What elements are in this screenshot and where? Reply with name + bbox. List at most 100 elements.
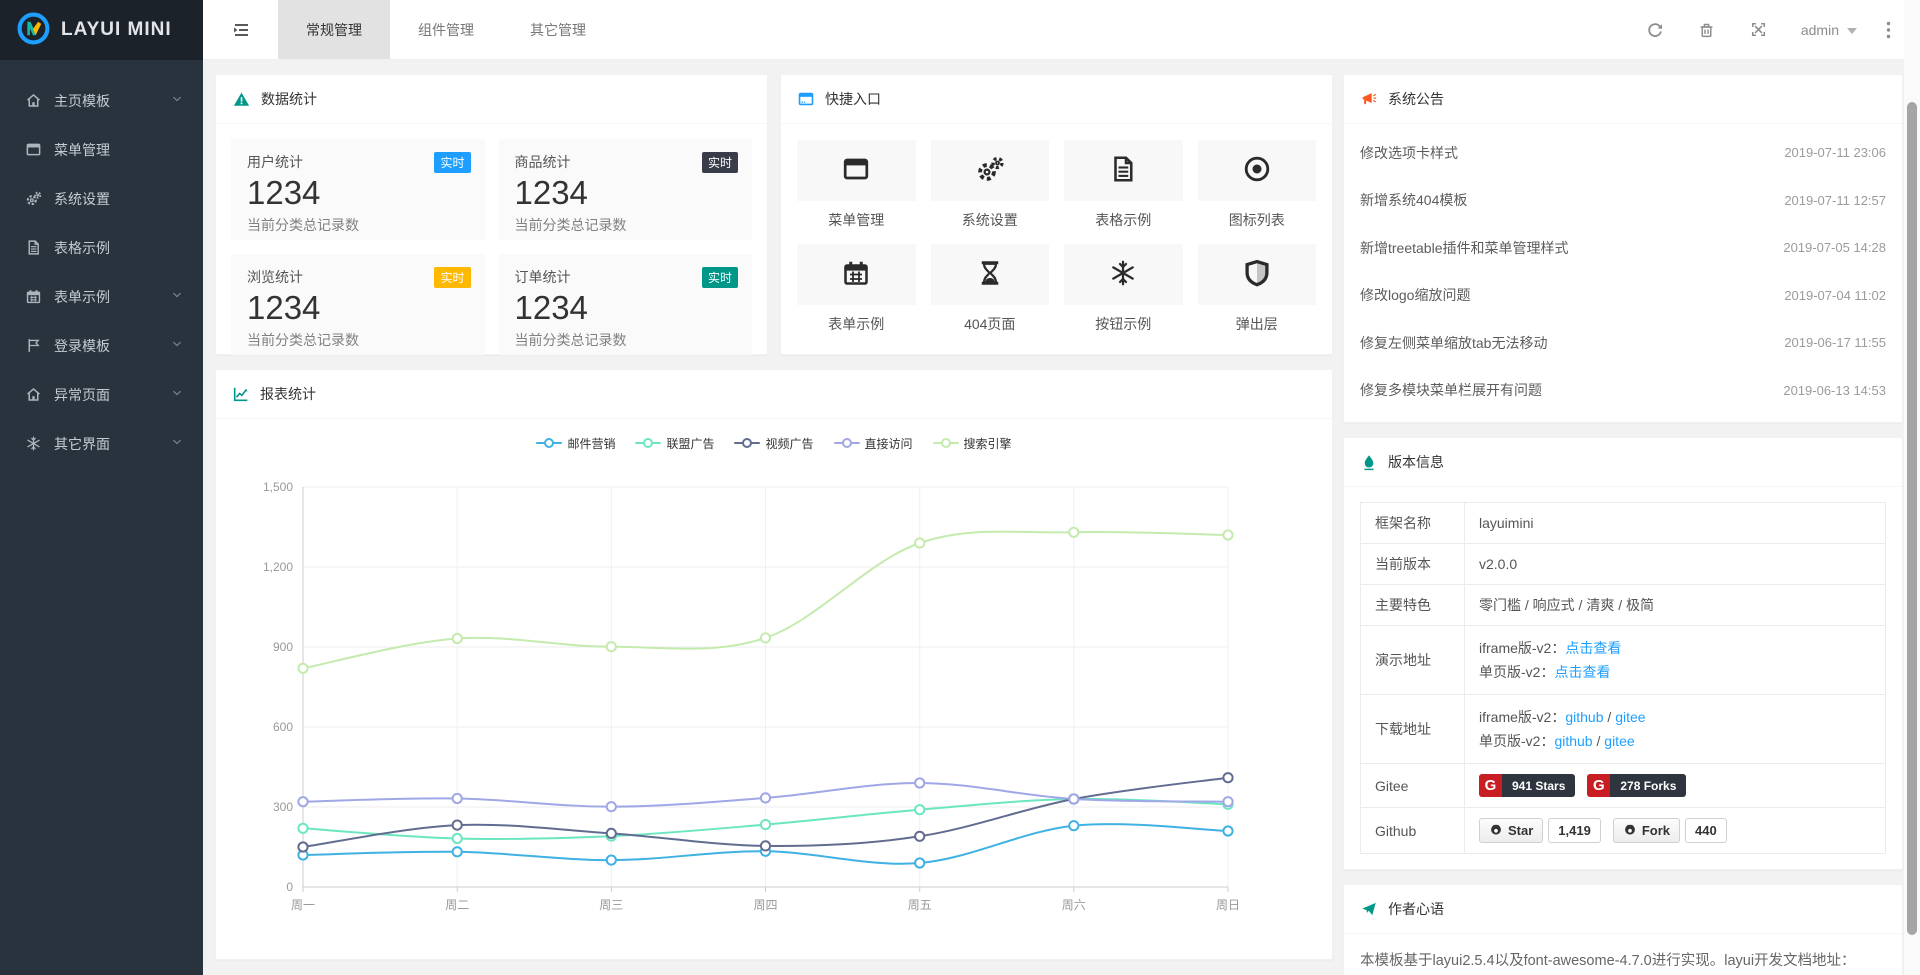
- sidebar-menu: 主页模板菜单管理系统设置表格示例表单示例登录模板异常页面其它界面: [0, 60, 203, 468]
- version-row-1: 当前版本v2.0.0: [1361, 544, 1886, 585]
- panel-data-stats: 数据统计 用户统计实时1234当前分类总记录数商品统计实时1234当前分类总记录…: [215, 74, 768, 355]
- legend-item-3[interactable]: 直接访问: [834, 435, 913, 452]
- panel-author-words: 作者心语 本模板基于layui2.5.4以及font-awesome-4.7.0…: [1343, 884, 1903, 975]
- svg-text:周二: 周二: [445, 898, 469, 912]
- quick-entry-3[interactable]: 图标列表: [1198, 140, 1317, 230]
- quick-entry-5[interactable]: 404页面: [931, 244, 1050, 334]
- snowflake-icon: [22, 435, 44, 452]
- realtime-badge: 实时: [702, 152, 738, 173]
- quick-entry-label: 图标列表: [1198, 210, 1317, 230]
- sidebar-item-5[interactable]: 登录模板: [0, 321, 203, 370]
- link-gitee[interactable]: gitee: [1604, 733, 1634, 749]
- legend-item-1[interactable]: 联盟广告: [635, 435, 714, 452]
- quick-entry-0[interactable]: 菜单管理: [797, 140, 916, 230]
- sidebar-item-1[interactable]: 菜单管理: [0, 125, 203, 174]
- scrollbar-thumb[interactable]: [1907, 102, 1917, 935]
- github-star-count[interactable]: 1,419: [1548, 818, 1601, 843]
- sidebar-item-label: 其它界面: [54, 434, 169, 454]
- link-gitee[interactable]: gitee: [1615, 709, 1645, 725]
- svg-text:600: 600: [273, 720, 293, 734]
- gitee-badge[interactable]: G278 Forks: [1587, 774, 1686, 797]
- sidebar-item-4[interactable]: 表单示例: [0, 272, 203, 321]
- github-star-button[interactable]: Star: [1479, 818, 1543, 843]
- stat-desc: 当前分类总记录数: [247, 215, 469, 235]
- brand-title: LAYUI MINI: [61, 19, 172, 41]
- more-options-dots-icon[interactable]: [1870, 0, 1906, 60]
- tab-1[interactable]: 组件管理: [390, 0, 502, 59]
- fullscreen-icon[interactable]: [1733, 0, 1785, 60]
- quick-entry-4[interactable]: 表单示例: [797, 244, 916, 334]
- calendar-icon: [841, 258, 871, 291]
- user-menu[interactable]: admin: [1785, 22, 1870, 38]
- version-label: 演示地址: [1361, 626, 1465, 695]
- notice-item-2[interactable]: 新增treetable插件和菜单管理样式2019-07-05 14:28: [1360, 224, 1886, 272]
- file-icon: [22, 239, 44, 256]
- refresh-icon[interactable]: [1629, 0, 1681, 60]
- shield-icon: [1242, 258, 1272, 291]
- svg-text:0: 0: [286, 880, 293, 894]
- panel-quick-entry: 快捷入口 菜单管理系统设置表格示例图标列表表单示例404页面按钮示例弹出层: [780, 74, 1333, 355]
- sidebar: LAYUI MINI 主页模板菜单管理系统设置表格示例表单示例登录模板异常页面其…: [0, 0, 203, 975]
- chevron-down-icon: [169, 91, 185, 110]
- github-fork-count[interactable]: 440: [1685, 818, 1727, 843]
- clear-cache-trash-icon[interactable]: [1681, 0, 1733, 60]
- quick-entry-2[interactable]: 表格示例: [1064, 140, 1183, 230]
- notice-date: 2019-07-05 14:28: [1783, 240, 1886, 255]
- version-row-2: 主要特色零门槛 / 响应式 / 清爽 / 极简: [1361, 585, 1886, 626]
- legend-item-2[interactable]: 视频广告: [734, 435, 813, 452]
- link-点击查看[interactable]: 点击查看: [1565, 640, 1621, 656]
- notice-item-0[interactable]: 修改选项卡样式2019-07-11 23:06: [1360, 129, 1886, 177]
- tab-0[interactable]: 常规管理: [278, 0, 390, 59]
- stat-card-0: 用户统计实时1234当前分类总记录数: [231, 139, 485, 240]
- warning-triangle-icon: [232, 90, 251, 109]
- sidebar-item-0[interactable]: 主页模板: [0, 76, 203, 125]
- quick-entry-label: 表单示例: [797, 314, 916, 334]
- sidebar-item-label: 主页模板: [54, 91, 169, 111]
- home-icon: [22, 386, 44, 403]
- paper-plane-icon: [1360, 900, 1378, 918]
- link-github[interactable]: github: [1565, 709, 1603, 725]
- main-content: 数据统计 用户统计实时1234当前分类总记录数商品统计实时1234当前分类总记录…: [203, 60, 1920, 975]
- legend-marker-icon: [635, 438, 661, 448]
- sidebar-item-label: 菜单管理: [54, 140, 185, 160]
- legend-label: 搜索引擎: [964, 435, 1012, 452]
- notice-text: 修复多模块菜单栏展开有问题: [1360, 380, 1542, 400]
- snowflake-icon: [1108, 258, 1138, 291]
- sidebar-item-2[interactable]: 系统设置: [0, 174, 203, 223]
- stat-desc: 当前分类总记录数: [515, 215, 737, 235]
- notice-item-3[interactable]: 修改logo缩放问题2019-07-04 11:02: [1360, 272, 1886, 320]
- gitee-badge[interactable]: G941 Stars: [1479, 774, 1575, 797]
- sidebar-toggle-icon[interactable]: [203, 0, 278, 59]
- legend-item-0[interactable]: 邮件营销: [536, 435, 615, 452]
- quick-entry-6[interactable]: 按钮示例: [1064, 244, 1183, 334]
- notice-item-5[interactable]: 修复多模块菜单栏展开有问题2019-06-13 14:53: [1360, 367, 1886, 415]
- stat-card-1: 商品统计实时1234当前分类总记录数: [499, 139, 753, 240]
- notice-item-1[interactable]: 新增系统404模板2019-07-11 12:57: [1360, 177, 1886, 225]
- chart-legend: 邮件营销 联盟广告 视频广告 直接访问 搜索引擎: [216, 419, 1332, 457]
- flag-icon: [22, 337, 44, 354]
- sidebar-item-3[interactable]: 表格示例: [0, 223, 203, 272]
- link-github[interactable]: github: [1554, 733, 1592, 749]
- chevron-down-icon: [169, 385, 185, 404]
- notice-text: 修改选项卡样式: [1360, 143, 1458, 163]
- github-fork-button[interactable]: Fork: [1613, 818, 1680, 843]
- legend-item-4[interactable]: 搜索引擎: [933, 435, 1012, 452]
- sidebar-item-7[interactable]: 其它界面: [0, 419, 203, 468]
- chevron-down-icon: [169, 434, 185, 453]
- link-点击查看[interactable]: 点击查看: [1554, 664, 1610, 680]
- stat-value: 1234: [515, 287, 737, 328]
- page-scrollbar: [1904, 0, 1920, 975]
- home-icon: [22, 92, 44, 109]
- megaphone-icon: [1360, 90, 1378, 108]
- notice-item-4[interactable]: 修复左侧菜单缩放tab无法移动2019-06-17 11:55: [1360, 319, 1886, 367]
- brand-logo[interactable]: LAYUI MINI: [0, 0, 203, 60]
- version-value: v2.0.0: [1479, 556, 1517, 572]
- gitee-logo-icon: G: [1479, 774, 1502, 797]
- quick-entry-label: 表格示例: [1064, 210, 1183, 230]
- quick-entry-1[interactable]: 系统设置: [931, 140, 1050, 230]
- sidebar-item-6[interactable]: 异常页面: [0, 370, 203, 419]
- tab-2[interactable]: 其它管理: [502, 0, 614, 59]
- notice-date: 2019-07-04 11:02: [1784, 288, 1886, 303]
- cogs-icon: [22, 190, 44, 207]
- quick-entry-7[interactable]: 弹出层: [1198, 244, 1317, 334]
